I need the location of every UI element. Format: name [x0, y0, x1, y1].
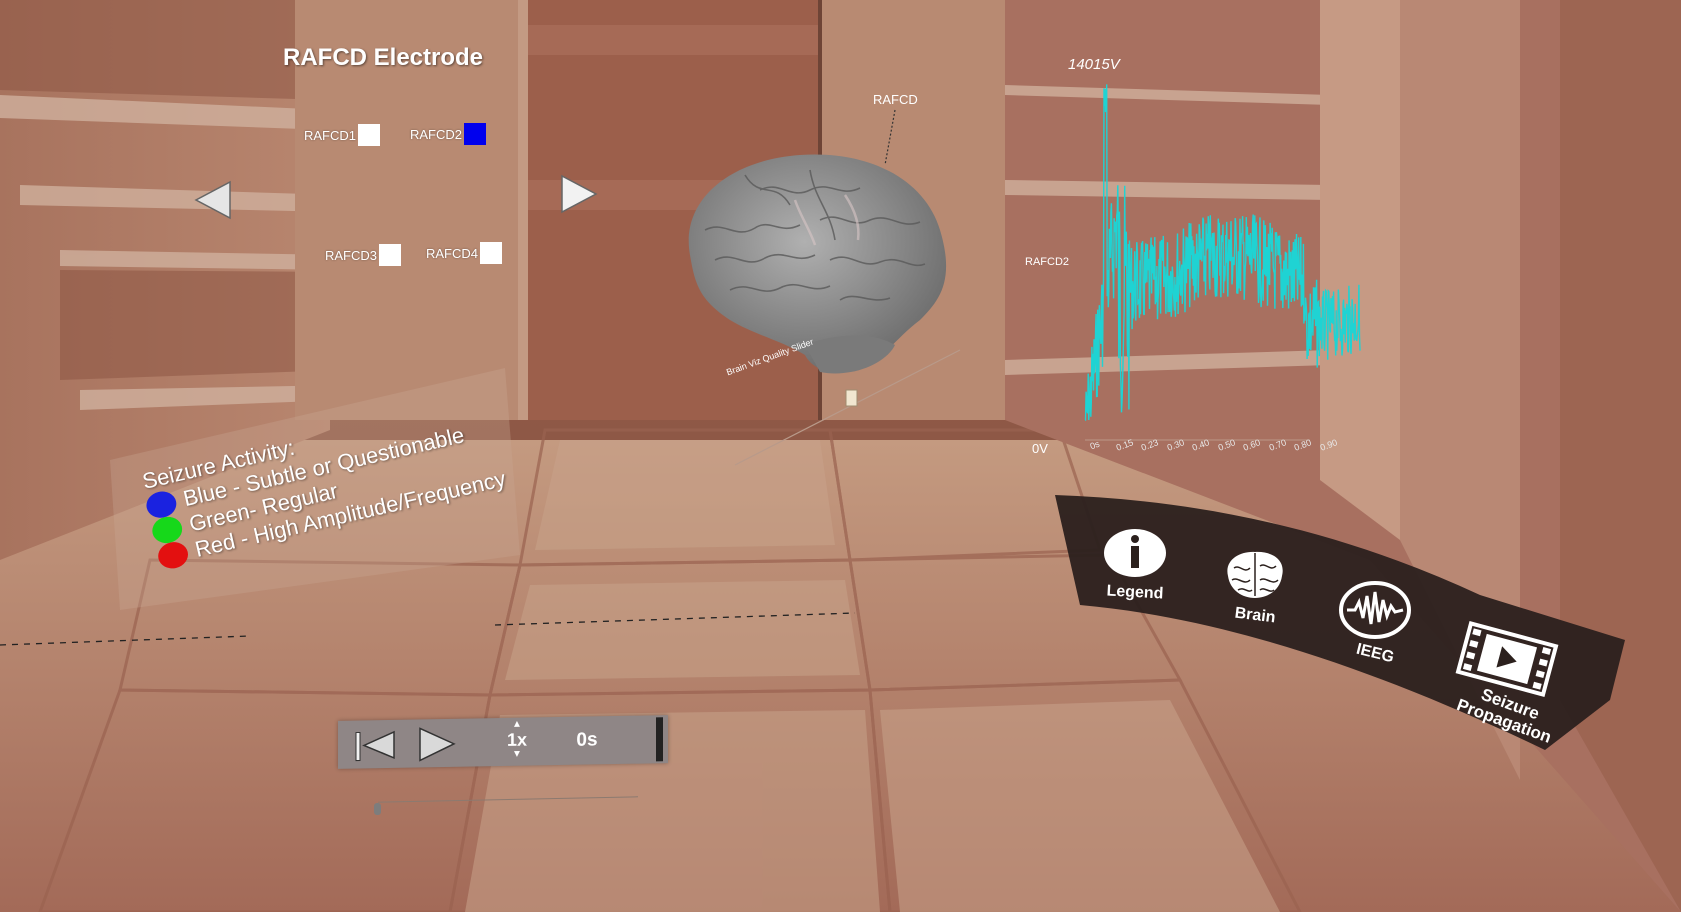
electrode-toggle-rafcd2[interactable]: RAFCD2: [410, 123, 487, 145]
electrode-label: RAFCD1: [304, 127, 357, 143]
restart-icon[interactable]: [352, 728, 398, 763]
ieeg-time-tick: 0.23: [1139, 437, 1160, 453]
speed-up-icon[interactable]: ▲: [502, 719, 532, 730]
electrode-label: RAFCD3: [325, 247, 378, 263]
brain-electrode-label: RAFCD: [873, 92, 918, 107]
ieeg-time-tick: 0.50: [1216, 437, 1237, 453]
menu-brain-button[interactable]: Brain: [1210, 548, 1300, 626]
electrode-label: RAFCD4: [426, 245, 479, 261]
playback-control-bar: ▲ 1x ▼ 0s: [338, 715, 668, 769]
electrode-toggle-rafcd3[interactable]: RAFCD3: [325, 244, 402, 266]
playback-bar-end: [656, 717, 663, 762]
speed-value: 1x: [506, 729, 528, 750]
ieeg-time-tick: 0.40: [1191, 437, 1211, 453]
info-icon: [1104, 529, 1166, 577]
speed-control[interactable]: ▲ 1x ▼: [502, 719, 532, 760]
previous-panel-arrow-icon[interactable]: [192, 180, 232, 220]
electrode-label: RAFCD2: [410, 126, 463, 142]
menu-legend-button[interactable]: Legend: [1095, 527, 1175, 602]
menu-label: Legend: [1106, 582, 1164, 603]
ieeg-time-tick: 0.15: [1114, 437, 1135, 453]
ieeg-channel-label: RAFCD2: [1025, 256, 1070, 268]
brain-quality-slider-handle[interactable]: [845, 389, 858, 407]
speed-down-icon[interactable]: ▼: [502, 749, 532, 760]
electrode-color-swatch: [379, 244, 402, 266]
ieeg-time-tick: 0.70: [1267, 437, 1288, 453]
timeline-slider-handle[interactable]: [374, 803, 381, 815]
menu-seizure-propagation-button[interactable]: Seizure Propagation: [1442, 621, 1572, 747]
electrode-color-swatch: [480, 242, 503, 264]
electrode-panel-title: RAFCD Electrode: [283, 44, 484, 71]
electrode-toggle-rafcd4[interactable]: RAFCD4: [426, 242, 503, 264]
play-icon[interactable]: [416, 725, 458, 764]
ieeg-max-label: 14015V: [1068, 56, 1120, 73]
electrode-color-swatch: [358, 124, 381, 146]
brain-icon: [1227, 551, 1283, 598]
ieeg-time-axis: 0s 0.15 0.23 0.30 0.40 0.50 0.60 0.70 0.80 0.90: [1088, 437, 1339, 460]
ieeg-time-tick: 0.30: [1165, 437, 1186, 453]
menu-ieeg-button[interactable]: IEEG: [1330, 580, 1420, 666]
ieeg-time-tick: 0.60: [1242, 437, 1263, 453]
ieeg-time-tick: 0.80: [1293, 437, 1314, 453]
playback-time: 0s: [576, 729, 598, 751]
next-panel-arrow-icon[interactable]: [560, 174, 600, 214]
ieeg-min-label: 0V: [1032, 441, 1048, 456]
ieeg-time-tick: 0s: [1088, 438, 1101, 452]
waveform-icon: [1339, 581, 1411, 639]
electrode-color-swatch-selected: [464, 123, 487, 145]
electrode-toggle-rafcd1[interactable]: RAFCD1: [304, 124, 381, 146]
